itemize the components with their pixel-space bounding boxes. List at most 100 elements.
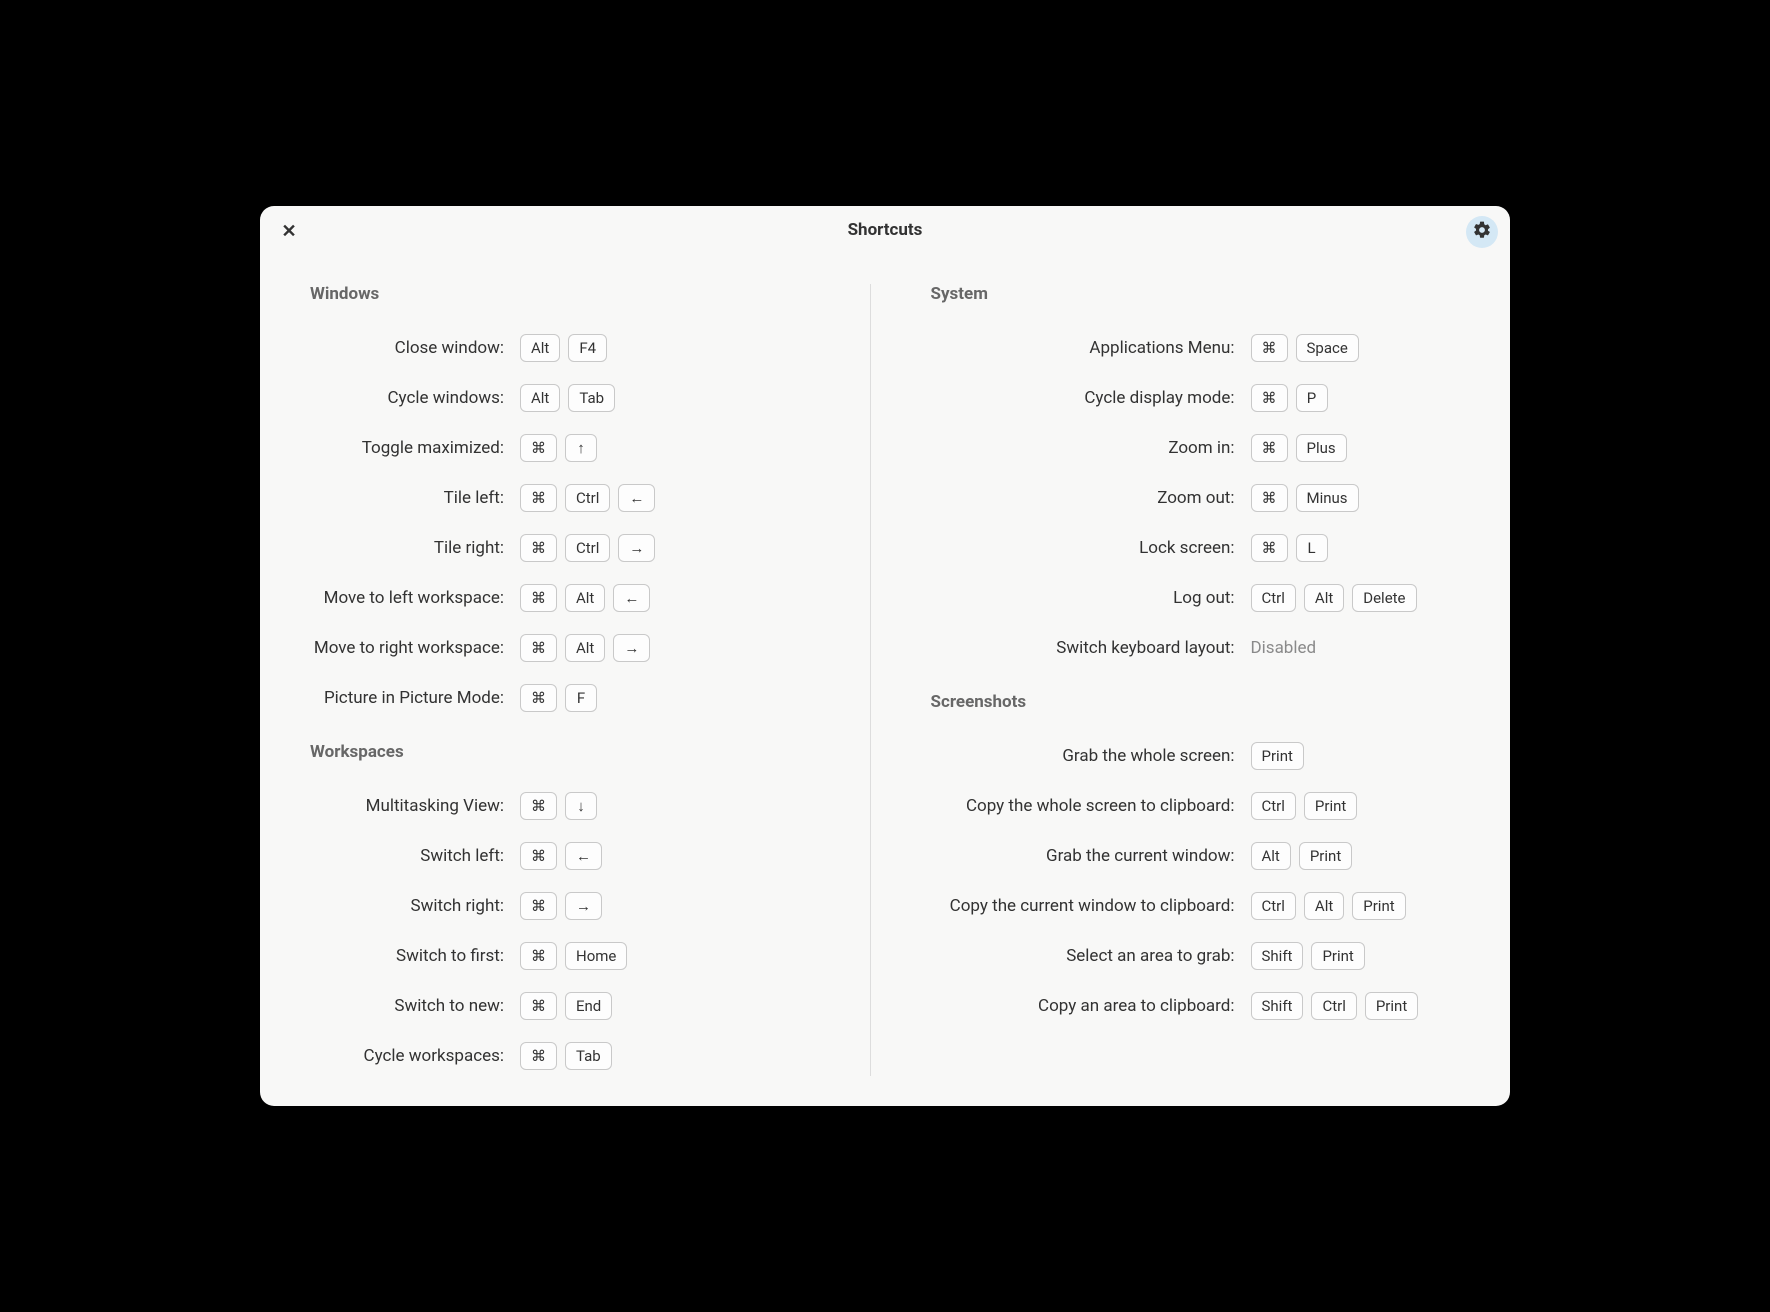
shortcut-label: Tile right: (310, 538, 520, 558)
close-icon: ✕ (281, 221, 296, 242)
keycap: Plus (1296, 434, 1347, 463)
shortcut-keys: AltTab (520, 384, 615, 413)
keycap: ← (565, 842, 602, 871)
keycap: Alt (520, 384, 560, 413)
keycap: Shift (1251, 942, 1304, 971)
keycap: ⌘ (520, 534, 557, 563)
keycap: ⌘ (1251, 484, 1288, 513)
shortcut-keys: ⌘Ctrl← (520, 484, 655, 513)
shortcut-row: Cycle workspaces:⌘Tab (310, 1040, 840, 1072)
content: WindowsClose window:AltF4Cycle windows:A… (260, 254, 1510, 1106)
right-column: SystemApplications Menu:⌘SpaceCycle disp… (870, 284, 1461, 1076)
keycap: ⌘ (1251, 434, 1288, 463)
keycap: ⌘ (520, 484, 557, 513)
keycap: ↓ (565, 792, 597, 821)
keycap: ↑ (565, 434, 597, 463)
shortcut-row: Tile right:⌘ Ctrl → (310, 532, 840, 564)
shortcut-row: Switch right:⌘→ (310, 890, 840, 922)
keycap: → (565, 892, 602, 921)
keycap: Tab (565, 1042, 612, 1071)
keycap: Ctrl (1251, 792, 1296, 821)
close-button[interactable]: ✕ (278, 220, 300, 242)
keycap: ⌘ (520, 792, 557, 821)
shortcut-keys: ShiftPrint (1251, 942, 1365, 971)
shortcut-label: Zoom out: (931, 488, 1251, 508)
keycap: Ctrl (1251, 892, 1296, 921)
keycap: ← (618, 484, 655, 513)
keycap: Ctrl (565, 534, 610, 563)
shortcut-keys: CtrlAltDelete (1251, 584, 1417, 613)
shortcut-label: Copy an area to clipboard: (931, 996, 1251, 1016)
shortcut-keys: ⌘Home (520, 942, 627, 971)
shortcut-row: Grab the whole screen:Print (931, 740, 1461, 772)
shortcut-keys: ⌘Space (1251, 334, 1359, 363)
shortcut-keys: ⌘Alt→ (520, 634, 650, 663)
shortcut-label: Move to left workspace: (310, 588, 520, 608)
keycap: F4 (568, 334, 607, 363)
shortcut-keys: ⌘End (520, 992, 612, 1021)
keycap: Delete (1352, 584, 1416, 613)
shortcut-row: Switch keyboard layout:Disabled (931, 632, 1461, 664)
shortcut-keys: ⌘↓ (520, 792, 597, 821)
keycap: Alt (1251, 842, 1291, 871)
shortcut-row: Switch left:⌘← (310, 840, 840, 872)
shortcut-row: Toggle maximized:⌘↑ (310, 432, 840, 464)
shortcut-keys: AltPrint (1251, 842, 1353, 871)
shortcut-row: Picture in Picture Mode:⌘ F (310, 682, 840, 714)
shortcut-row: Switch to new:⌘End (310, 990, 840, 1022)
shortcut-row: Cycle display mode:⌘P (931, 382, 1461, 414)
shortcut-label: Multitasking View: (310, 796, 520, 816)
shortcut-label: Cycle display mode: (931, 388, 1251, 408)
section-title: Screenshots (931, 692, 1461, 712)
shortcut-label: Switch keyboard layout: (931, 638, 1251, 658)
titlebar: ✕ Shortcuts (260, 206, 1510, 254)
shortcut-label: Move to right workspace: (310, 638, 520, 658)
shortcut-label: Picture in Picture Mode: (310, 688, 520, 708)
keycap: Alt (1304, 892, 1344, 921)
keycap: ⌘ (520, 434, 557, 463)
keycap: ⌘ (520, 584, 557, 613)
shortcut-keys: ⌘↑ (520, 434, 597, 463)
shortcut-label: Switch to new: (310, 996, 520, 1016)
keycap: ⌘ (1251, 384, 1288, 413)
gear-icon (1472, 220, 1492, 245)
keycap: → (613, 634, 650, 663)
shortcut-keys: Print (1251, 742, 1304, 771)
shortcut-label: Switch right: (310, 896, 520, 916)
shortcut-row: Copy the whole screen to clipboard:CtrlP… (931, 790, 1461, 822)
shortcut-keys: ⌘L (1251, 534, 1328, 563)
shortcut-keys: ⌘Alt← (520, 584, 650, 613)
keycap: ⌘ (520, 684, 557, 713)
shortcut-row: Select an area to grab:ShiftPrint (931, 940, 1461, 972)
shortcut-row: Switch to first:⌘Home (310, 940, 840, 972)
keycap: → (618, 534, 655, 563)
shortcut-row: Cycle windows:AltTab (310, 382, 840, 414)
keycap: ⌘ (1251, 334, 1288, 363)
keycap: Alt (520, 334, 560, 363)
shortcut-label: Close window: (310, 338, 520, 358)
shortcut-row: Lock screen:⌘L (931, 532, 1461, 564)
shortcut-row: Move to left workspace:⌘Alt← (310, 582, 840, 614)
shortcut-label: Cycle windows: (310, 388, 520, 408)
shortcut-row: Zoom out:⌘Minus (931, 482, 1461, 514)
keycap: End (565, 992, 612, 1021)
shortcut-keys: Alt F4 (520, 334, 607, 363)
keycap: P (1296, 384, 1328, 413)
shortcut-keys: ⌘Minus (1251, 484, 1359, 513)
settings-button[interactable] (1466, 216, 1498, 248)
keycap: F (565, 684, 597, 713)
shortcut-label: Log out: (931, 588, 1251, 608)
shortcut-row: Log out:CtrlAltDelete (931, 582, 1461, 614)
shortcut-label: Copy the current window to clipboard: (931, 896, 1251, 916)
keycap: Print (1304, 792, 1357, 821)
shortcut-row: Grab the current window:AltPrint (931, 840, 1461, 872)
window-title: Shortcuts (848, 220, 923, 240)
shortcut-label: Tile left: (310, 488, 520, 508)
shortcut-keys: ⌘P (1251, 384, 1328, 413)
shortcut-keys: Ctrl Print (1251, 792, 1358, 821)
shortcut-row: Copy an area to clipboard:ShiftCtrlPrint (931, 990, 1461, 1022)
shortcut-label: Grab the current window: (931, 846, 1251, 866)
shortcut-keys: ⌘ Plus (1251, 434, 1347, 463)
shortcut-label: Toggle maximized: (310, 438, 520, 458)
keycap: Shift (1251, 992, 1304, 1021)
